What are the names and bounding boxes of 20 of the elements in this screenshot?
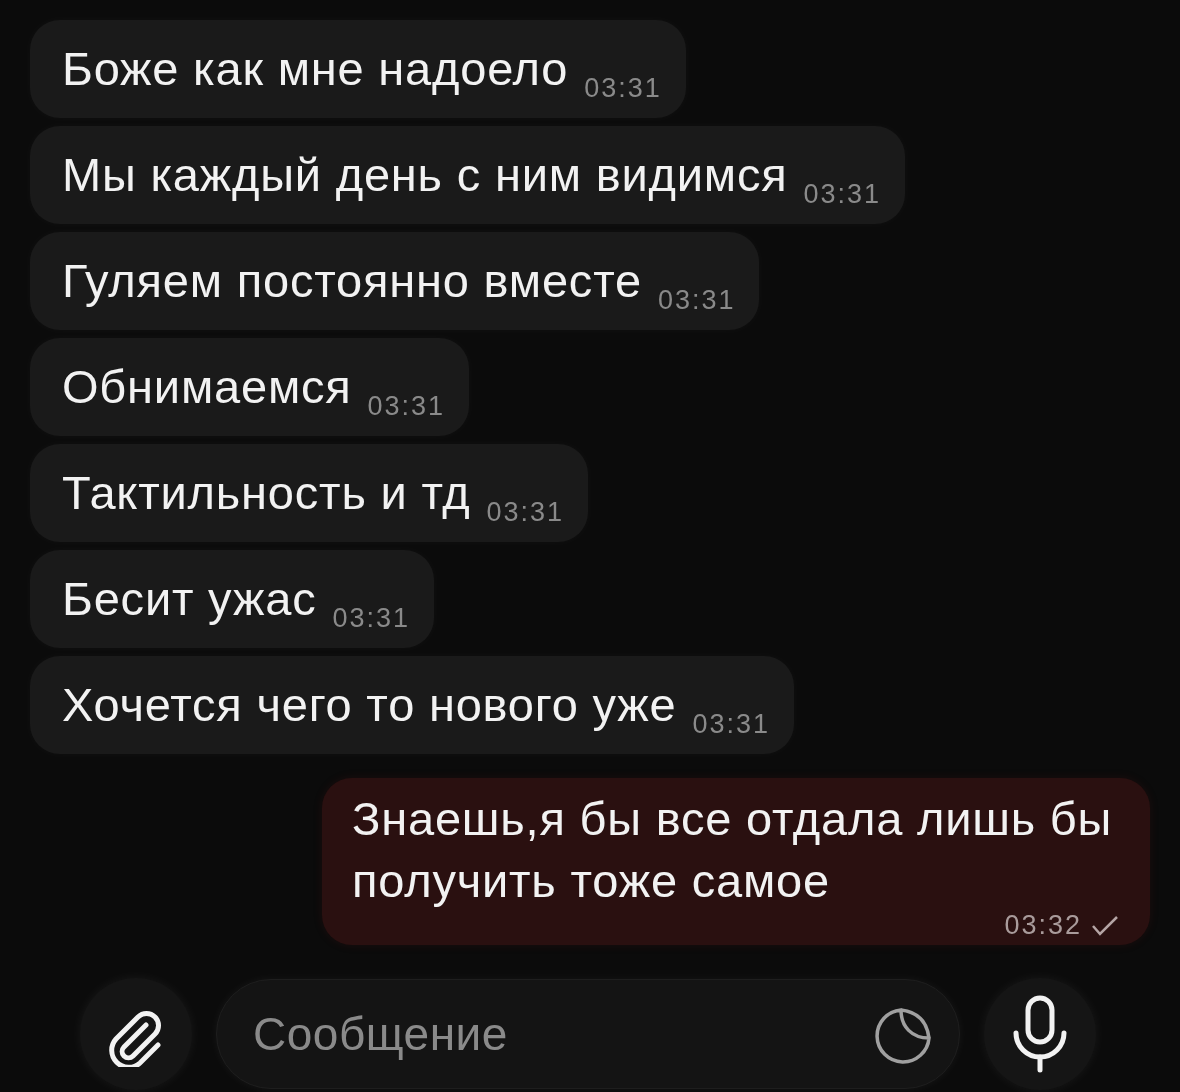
message-time: 03:31 [584, 75, 662, 102]
message-time: 03:31 [657, 287, 736, 314]
message-text: Знаешь,я бы все отдала лишь бы получить тоже самое [352, 791, 1114, 909]
message-text: Боже как мне надоело [62, 42, 569, 96]
message-text: Хочется чего то нового уже [62, 678, 677, 732]
message-time: 03:31 [332, 605, 410, 632]
message-time: 03:31 [803, 181, 882, 208]
message-field[interactable]: Сообщение [216, 979, 960, 1089]
message-time: 03:31 [486, 499, 565, 526]
message-time: 03:32 [1004, 912, 1082, 939]
sticker-button[interactable] [874, 1007, 932, 1065]
message-text: Гуляем постоянно вместе [62, 254, 642, 308]
message-text: Бесит ужас [62, 572, 317, 626]
message-time: 03:31 [367, 393, 446, 420]
message-time: 03:31 [692, 711, 771, 738]
message-text: Тактильность и тд [62, 466, 471, 520]
sticker-icon [874, 1007, 932, 1065]
message-text: Обнимаемся [62, 360, 352, 414]
message-text: Мы каждый день с ним видимся [62, 148, 788, 202]
microphone-icon [1012, 995, 1068, 1073]
